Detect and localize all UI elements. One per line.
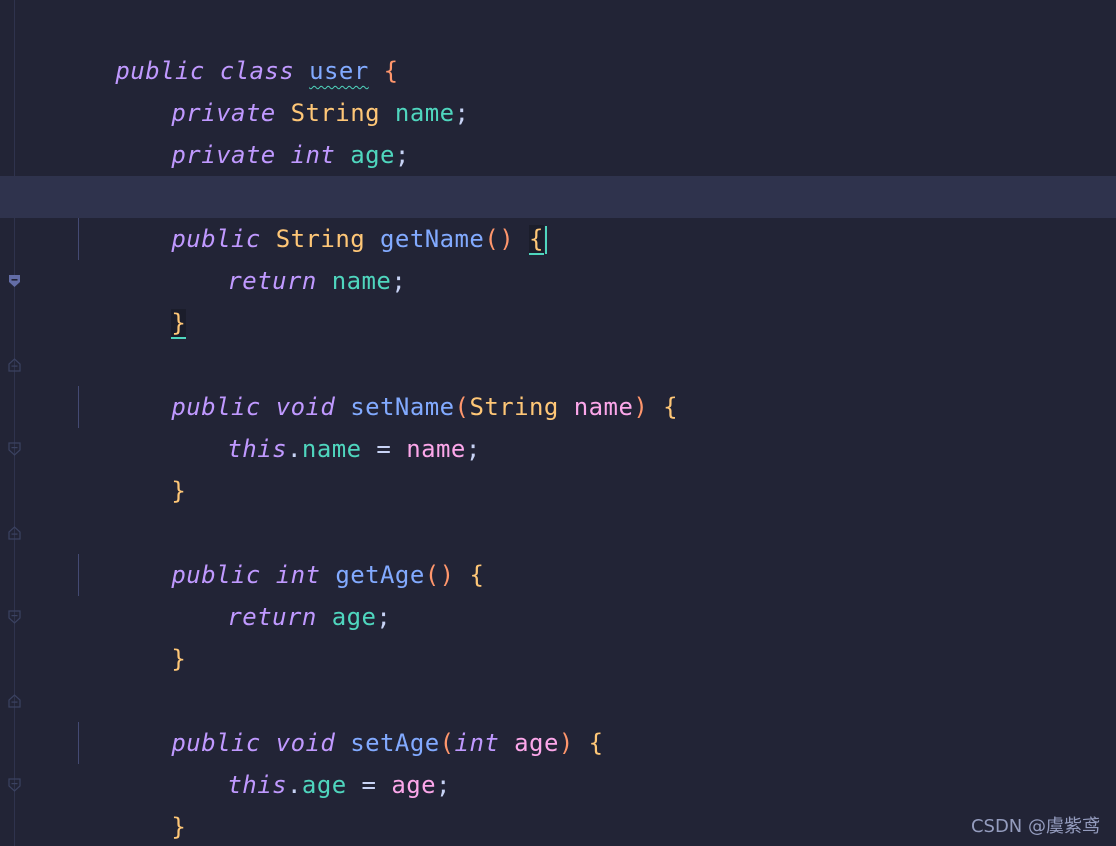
code-line[interactable]: public void setAge(int age) { <box>0 680 1116 792</box>
indent-guide <box>78 722 79 764</box>
code-line[interactable]: } <box>0 596 1116 708</box>
code-line[interactable]: } <box>0 764 1116 841</box>
code-line[interactable]: return name; <box>0 218 1116 295</box>
code-editor[interactable]: public class user { private String name;… <box>0 0 1116 846</box>
indent-guide <box>78 554 79 596</box>
indent-guide <box>78 386 79 428</box>
current-code-line[interactable]: public String getName() { <box>0 176 1116 287</box>
fold-end-icon[interactable] <box>8 610 21 708</box>
code-line[interactable]: public class user { <box>0 8 1116 85</box>
code-line[interactable]: } <box>0 260 1116 372</box>
close-brace: } <box>171 477 187 505</box>
keyword-private: private <box>171 141 276 169</box>
fold-icon[interactable] <box>8 694 21 792</box>
code-line[interactable]: } <box>0 428 1116 540</box>
watermark: CSDN @虞紫鸢 <box>970 816 1100 837</box>
fold-icon[interactable] <box>8 190 21 287</box>
code-line[interactable]: this.name = name; <box>0 386 1116 463</box>
semicolon: ; <box>394 141 410 169</box>
field-age: age <box>350 141 395 169</box>
fold-icon[interactable] <box>8 526 21 624</box>
fold-end-icon[interactable] <box>8 778 21 792</box>
code-line[interactable]: return age; <box>0 554 1116 631</box>
code-line[interactable]: public void setName(String name) { <box>0 344 1116 456</box>
code-line[interactable]: private String name; <box>0 50 1116 127</box>
code-line[interactable]: private int age; <box>0 92 1116 169</box>
close-brace: } <box>171 645 187 673</box>
matched-close-brace: } <box>171 309 187 339</box>
fold-icon[interactable] <box>8 358 21 456</box>
fold-end-icon[interactable] <box>8 274 21 372</box>
code-line[interactable]: this.age = age; <box>0 722 1116 799</box>
code-line[interactable]: public int getAge() { <box>0 512 1116 624</box>
keyword-int: int <box>290 141 336 169</box>
indent-guide <box>78 218 79 260</box>
code-line[interactable]: } <box>0 806 1116 846</box>
fold-end-icon[interactable] <box>8 442 21 540</box>
